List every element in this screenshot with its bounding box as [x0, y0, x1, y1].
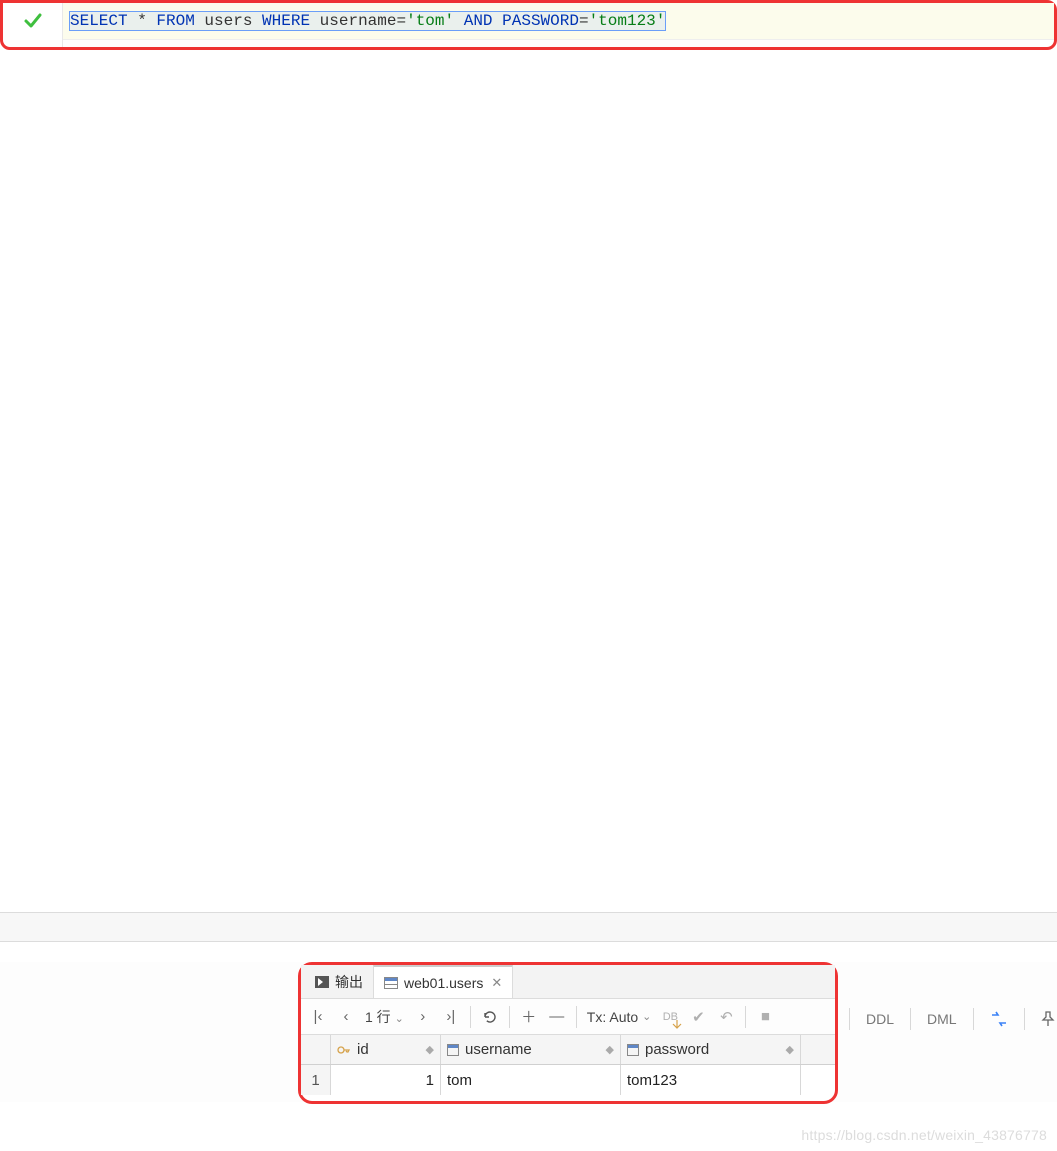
tx-mode-dropdown[interactable]: Tx: Auto ⌄: [583, 1009, 656, 1025]
submit-button[interactable]: ✔: [685, 1004, 711, 1030]
cell-password[interactable]: tom123: [621, 1065, 801, 1095]
tab-result[interactable]: web01.users ✕: [373, 965, 513, 998]
sort-icon: ◆: [606, 1043, 614, 1056]
sql-text: username: [310, 12, 396, 30]
sql-keyword: SELECT: [70, 12, 128, 30]
pin-icon: [1041, 1011, 1055, 1027]
sql-string: 'tom': [406, 12, 454, 30]
first-page-button[interactable]: |‹: [305, 1004, 331, 1030]
cell-id[interactable]: 1: [331, 1065, 441, 1095]
sql-keyword: WHERE: [262, 12, 310, 30]
sql-keyword: PASSWORD: [502, 12, 579, 30]
sort-icon: ◆: [786, 1043, 794, 1056]
watermark-text: https://blog.csdn.net/weixin_43876778: [801, 1127, 1047, 1143]
column-header-id[interactable]: id ◆: [331, 1035, 441, 1064]
editor-empty-area[interactable]: [0, 52, 1057, 911]
column-name: username: [465, 1041, 532, 1058]
cell-username[interactable]: tom: [441, 1065, 621, 1095]
tab-result-label: web01.users: [404, 975, 483, 991]
sql-text: [493, 12, 503, 30]
toolbar-separator: [470, 1006, 471, 1028]
compare-icon: [990, 1011, 1008, 1027]
sql-text: =: [579, 12, 589, 30]
column-header-username[interactable]: username ◆: [441, 1035, 621, 1064]
sql-editor-frame: SELECT * FROM users WHERE username='tom'…: [0, 0, 1057, 50]
results-toolbar: |‹ ‹ 1 行 ⌄ › ›| ＋ — Tx: Auto ⌄ DB ✔ ↶ ■: [301, 999, 835, 1035]
right-tool-group: DDL DML: [845, 1001, 1057, 1037]
remove-row-button[interactable]: —: [544, 1004, 570, 1030]
key-icon: [337, 1043, 351, 1057]
last-page-button[interactable]: ›|: [438, 1004, 464, 1030]
stop-button[interactable]: ■: [752, 1004, 778, 1030]
tab-output-label: 输出: [335, 972, 363, 992]
close-icon[interactable]: ✕: [491, 975, 502, 991]
toolbar-separator: [849, 1008, 850, 1030]
compare-button[interactable]: [982, 1006, 1016, 1032]
column-icon: [627, 1044, 639, 1056]
sql-string: 'tom123': [589, 12, 666, 30]
commit-db-button[interactable]: DB: [657, 1004, 683, 1030]
sort-icon: ◆: [426, 1043, 434, 1056]
table-icon: [384, 977, 398, 989]
refresh-button[interactable]: [477, 1004, 503, 1030]
toolbar-separator: [910, 1008, 911, 1030]
sql-text: *: [128, 12, 157, 30]
sql-text: users: [195, 12, 262, 30]
grid-header: id ◆ username ◆ password ◆: [301, 1035, 835, 1065]
add-row-button[interactable]: ＋: [516, 1004, 542, 1030]
column-name: id: [357, 1041, 369, 1058]
toolbar-separator: [576, 1006, 577, 1028]
sql-editor-line[interactable]: SELECT * FROM users WHERE username='tom'…: [63, 3, 1054, 40]
pin-button[interactable]: [1033, 1006, 1057, 1032]
table-row[interactable]: 1 1 tom tom123: [301, 1065, 835, 1095]
row-number: 1: [301, 1065, 331, 1095]
refresh-icon: [482, 1009, 498, 1025]
revert-button[interactable]: ↶: [713, 1004, 739, 1030]
column-icon: [447, 1044, 459, 1056]
editor-gutter: [3, 3, 63, 47]
sql-keyword: FROM: [156, 12, 194, 30]
tab-output[interactable]: 输出: [305, 965, 373, 998]
column-header-password[interactable]: password ◆: [621, 1035, 801, 1064]
next-page-button[interactable]: ›: [410, 1004, 436, 1030]
checkmark-icon: [23, 11, 43, 31]
toolbar-separator: [1024, 1008, 1025, 1030]
results-grid: id ◆ username ◆ password ◆ 1 1 tom tom12…: [301, 1035, 835, 1095]
row-count-label[interactable]: 1 行 ⌄: [361, 1007, 408, 1027]
rownum-header[interactable]: [301, 1035, 331, 1064]
toolbar-separator: [973, 1008, 974, 1030]
results-panel-frame: 输出 web01.users ✕ |‹ ‹ 1 行 ⌄ › ›| ＋ — Tx:…: [298, 962, 838, 1104]
panel-separator[interactable]: [0, 912, 1057, 942]
sql-keyword: AND: [464, 12, 493, 30]
toolbar-separator: [745, 1006, 746, 1028]
dml-button[interactable]: DML: [919, 1006, 965, 1032]
sql-text: [454, 12, 464, 30]
toolbar-separator: [509, 1006, 510, 1028]
prev-page-button[interactable]: ‹: [333, 1004, 359, 1030]
ddl-button[interactable]: DDL: [858, 1006, 902, 1032]
sql-text: =: [396, 12, 406, 30]
column-name: password: [645, 1041, 709, 1058]
output-icon: [315, 976, 329, 988]
results-tabs: 输出 web01.users ✕: [301, 965, 835, 999]
chevron-down-icon: ⌄: [642, 1010, 651, 1023]
